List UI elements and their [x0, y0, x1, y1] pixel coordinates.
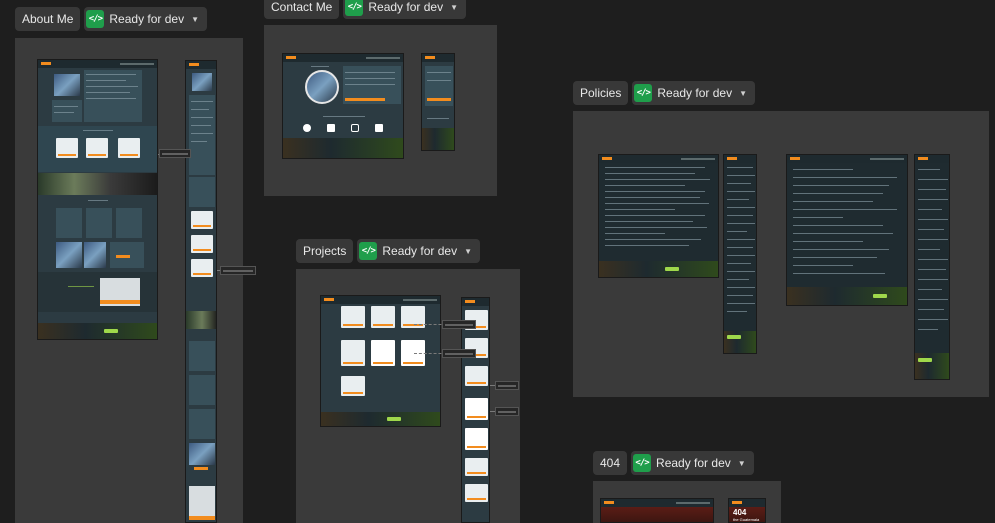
- chevron-down-icon: ▼: [450, 2, 458, 12]
- notfound-frame-title[interactable]: 404: [593, 451, 628, 475]
- policies-frame-title[interactable]: Policies: [573, 81, 629, 105]
- contact-mobile-screen[interactable]: [421, 53, 455, 151]
- projects-frame[interactable]: [296, 269, 520, 523]
- notfound-status-dropdown[interactable]: </> Ready for dev ▼: [631, 451, 754, 475]
- code-brackets-icon: </>: [86, 10, 105, 28]
- notfound-frame[interactable]: 404 the Guatemala: [593, 481, 781, 523]
- policies-status-label: Ready for dev: [657, 86, 733, 100]
- policies-mobile-screen-2[interactable]: [914, 154, 950, 380]
- contact-frame[interactable]: [264, 25, 497, 196]
- about-frame-title[interactable]: About Me: [15, 7, 81, 31]
- code-brackets-icon: </>: [634, 84, 653, 102]
- chevron-down-icon: ▼: [737, 458, 746, 468]
- code-brackets-icon: </>: [633, 454, 652, 472]
- contact-status-dropdown[interactable]: </> Ready for dev ▼: [343, 0, 466, 19]
- projects-status-dropdown[interactable]: </> Ready for dev ▼: [357, 239, 480, 263]
- projects-mobile-screen[interactable]: [461, 297, 490, 523]
- projects-desktop-screen[interactable]: [320, 295, 441, 427]
- policies-frame[interactable]: [573, 111, 989, 397]
- chevron-down-icon: ▼: [464, 246, 472, 256]
- about-status-label: Ready for dev: [109, 12, 185, 26]
- policies-desktop-screen-1[interactable]: [598, 154, 719, 278]
- chevron-down-icon: ▼: [191, 14, 200, 24]
- notfound-desktop-screen[interactable]: [600, 498, 714, 523]
- contact-desktop-screen[interactable]: [282, 53, 404, 159]
- policies-section-label: Policies </> Ready for dev ▼: [573, 81, 755, 105]
- notfound-mobile-screen[interactable]: 404 the Guatemala: [728, 498, 766, 523]
- policies-desktop-screen-2[interactable]: [786, 154, 908, 306]
- policies-status-dropdown[interactable]: </> Ready for dev ▼: [632, 81, 755, 105]
- chevron-down-icon: ▼: [739, 88, 747, 98]
- about-status-dropdown[interactable]: </> Ready for dev ▼: [84, 7, 208, 31]
- projects-status-label: Ready for dev: [382, 244, 458, 258]
- projects-frame-title[interactable]: Projects: [296, 239, 354, 263]
- notfound-subtitle: the Guatemala: [733, 517, 760, 522]
- notfound-section-label: 404 </> Ready for dev ▼: [593, 451, 754, 475]
- notfound-heading: 404: [733, 508, 747, 517]
- contact-section-label: Contact Me </> Ready for dev ▼: [264, 0, 466, 19]
- code-brackets-icon: </>: [345, 0, 364, 16]
- contact-frame-title[interactable]: Contact Me: [264, 0, 340, 19]
- projects-section-label: Projects </> Ready for dev ▼: [296, 239, 480, 263]
- about-mobile-screen[interactable]: [185, 60, 217, 523]
- code-brackets-icon: </>: [359, 242, 378, 260]
- notfound-status-label: Ready for dev: [656, 456, 731, 470]
- about-desktop-screen[interactable]: [37, 59, 158, 340]
- contact-status-label: Ready for dev: [368, 0, 444, 14]
- policies-mobile-screen-1[interactable]: [723, 154, 757, 354]
- about-section-label: About Me </> Ready for dev ▼: [15, 7, 208, 31]
- about-frame[interactable]: [15, 38, 256, 523]
